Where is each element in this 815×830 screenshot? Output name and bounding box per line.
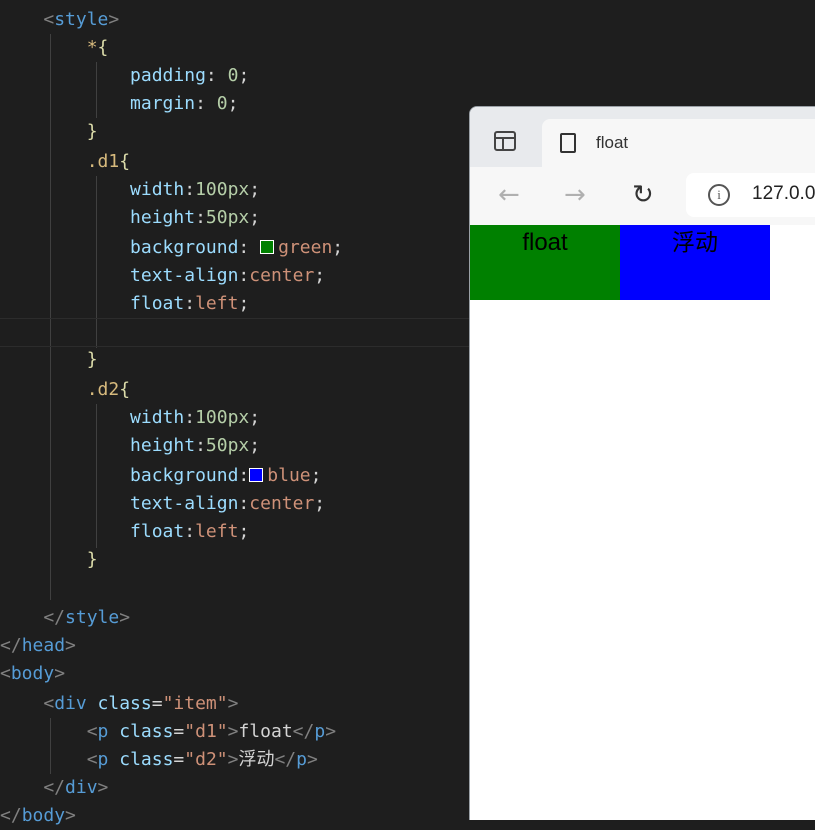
height-prop: height bbox=[130, 435, 196, 456]
current-line-highlight bbox=[0, 318, 470, 347]
d1-box: float bbox=[470, 225, 620, 300]
p-tag: p bbox=[97, 721, 109, 742]
green-color-swatch[interactable] bbox=[260, 240, 275, 254]
d1-text: float bbox=[238, 721, 293, 742]
class-attr: class bbox=[119, 721, 174, 742]
code-line[interactable]: text-align:center; bbox=[0, 262, 325, 290]
style-close-tag: style bbox=[65, 607, 120, 628]
div-tag: div bbox=[54, 693, 87, 714]
code-line[interactable]: </head> bbox=[0, 632, 76, 660]
page-viewport: float 浮动 bbox=[470, 225, 815, 820]
text-align-value: center bbox=[249, 493, 315, 514]
text-align-prop: text-align bbox=[130, 493, 239, 514]
code-line[interactable]: } bbox=[0, 546, 98, 574]
float-prop: float bbox=[130, 293, 185, 314]
text-align-value: center bbox=[249, 265, 315, 286]
height-value: 50px bbox=[205, 435, 250, 456]
width-value: 100px bbox=[195, 407, 250, 428]
back-icon[interactable]: ← bbox=[498, 181, 520, 209]
div-close-tag: div bbox=[65, 777, 98, 798]
margin-value: 0 bbox=[216, 93, 228, 114]
code-line[interactable]: float:left; bbox=[0, 518, 249, 546]
code-line[interactable]: <style> bbox=[0, 6, 119, 34]
background-prop: background bbox=[130, 237, 239, 258]
p-tag: p bbox=[296, 749, 307, 770]
style-open-tag: style bbox=[54, 9, 109, 30]
text-align-prop: text-align bbox=[130, 265, 239, 286]
width-value: 100px bbox=[195, 179, 250, 200]
d1-label: float bbox=[522, 229, 568, 256]
url-text: 127.0.0 bbox=[752, 183, 815, 204]
code-line[interactable]: </div> bbox=[0, 774, 108, 802]
code-line[interactable]: width:100px; bbox=[0, 176, 260, 204]
float-value: left bbox=[195, 521, 239, 542]
code-line[interactable]: </style> bbox=[0, 604, 130, 632]
d1-selector: .d1 bbox=[86, 151, 120, 172]
code-line[interactable]: margin: 0; bbox=[0, 90, 238, 118]
code-line[interactable]: <p class="d1">float</p> bbox=[0, 718, 336, 746]
float-value: left bbox=[195, 293, 239, 314]
tab-title: float bbox=[596, 133, 629, 152]
blue-value: blue bbox=[267, 465, 311, 486]
browser-tab[interactable]: float bbox=[542, 119, 815, 167]
code-line[interactable]: height:50px; bbox=[0, 432, 260, 460]
background-prop: background bbox=[130, 465, 239, 486]
green-value: green bbox=[278, 237, 333, 258]
code-line[interactable]: text-align:center; bbox=[0, 490, 325, 518]
info-icon[interactable]: i bbox=[708, 184, 730, 206]
d2-text: 浮动 bbox=[238, 749, 275, 770]
height-prop: height bbox=[130, 207, 196, 228]
forward-icon[interactable]: → bbox=[564, 181, 586, 209]
code-line[interactable]: background: blue; bbox=[0, 462, 321, 490]
browser-toolbar: ← → ↻ i 127.0.0 bbox=[470, 167, 815, 225]
code-line[interactable]: padding: 0; bbox=[0, 62, 249, 90]
tab-actions-icon[interactable] bbox=[494, 131, 516, 151]
head-close-tag: head bbox=[21, 635, 66, 656]
width-prop: width bbox=[130, 407, 185, 428]
d1-class-value: "d1" bbox=[184, 721, 228, 742]
width-prop: width bbox=[130, 179, 185, 200]
code-line[interactable]: </body> bbox=[0, 802, 76, 830]
tab-bar: float bbox=[470, 107, 815, 167]
code-line[interactable]: height:50px; bbox=[0, 204, 260, 232]
padding-prop: padding bbox=[130, 65, 206, 86]
reload-icon[interactable]: ↻ bbox=[632, 181, 654, 209]
code-line[interactable]: .d2{ bbox=[0, 376, 130, 404]
class-attr: class bbox=[119, 749, 174, 770]
universal-selector: * bbox=[86, 37, 98, 58]
code-line[interactable]: <div class="item"> bbox=[0, 690, 238, 718]
body-open-tag: body bbox=[10, 663, 55, 684]
code-line[interactable]: <body> bbox=[0, 660, 65, 688]
code-line[interactable]: .d1{ bbox=[0, 148, 130, 176]
code-line[interactable]: float:left; bbox=[0, 290, 249, 318]
blue-color-swatch[interactable] bbox=[249, 468, 264, 482]
d2-class-value: "d2" bbox=[184, 749, 228, 770]
code-line[interactable]: <p class="d2">浮动</p> bbox=[0, 746, 318, 774]
height-value: 50px bbox=[205, 207, 250, 228]
padding-value: 0 bbox=[227, 65, 239, 86]
code-line[interactable]: width:100px; bbox=[0, 404, 260, 432]
d2-selector: .d2 bbox=[86, 379, 120, 400]
code-line[interactable]: background: green; bbox=[0, 234, 343, 262]
page-icon bbox=[560, 133, 576, 153]
p-tag: p bbox=[97, 749, 109, 770]
browser-window: float ← → ↻ i 127.0.0 float 浮动 bbox=[469, 106, 815, 820]
address-bar[interactable]: i 127.0.0 bbox=[686, 173, 815, 217]
code-line[interactable]: } bbox=[0, 118, 98, 146]
d2-label: 浮动 bbox=[672, 230, 718, 256]
body-close-tag: body bbox=[21, 805, 66, 826]
p-tag: p bbox=[314, 721, 326, 742]
code-line[interactable]: } bbox=[0, 346, 98, 374]
class-attr: class bbox=[97, 693, 152, 714]
d2-box: 浮动 bbox=[620, 225, 770, 300]
item-class-value: "item" bbox=[162, 693, 228, 714]
float-prop: float bbox=[130, 521, 185, 542]
margin-prop: margin bbox=[130, 93, 196, 114]
code-line[interactable]: *{ bbox=[0, 34, 109, 62]
